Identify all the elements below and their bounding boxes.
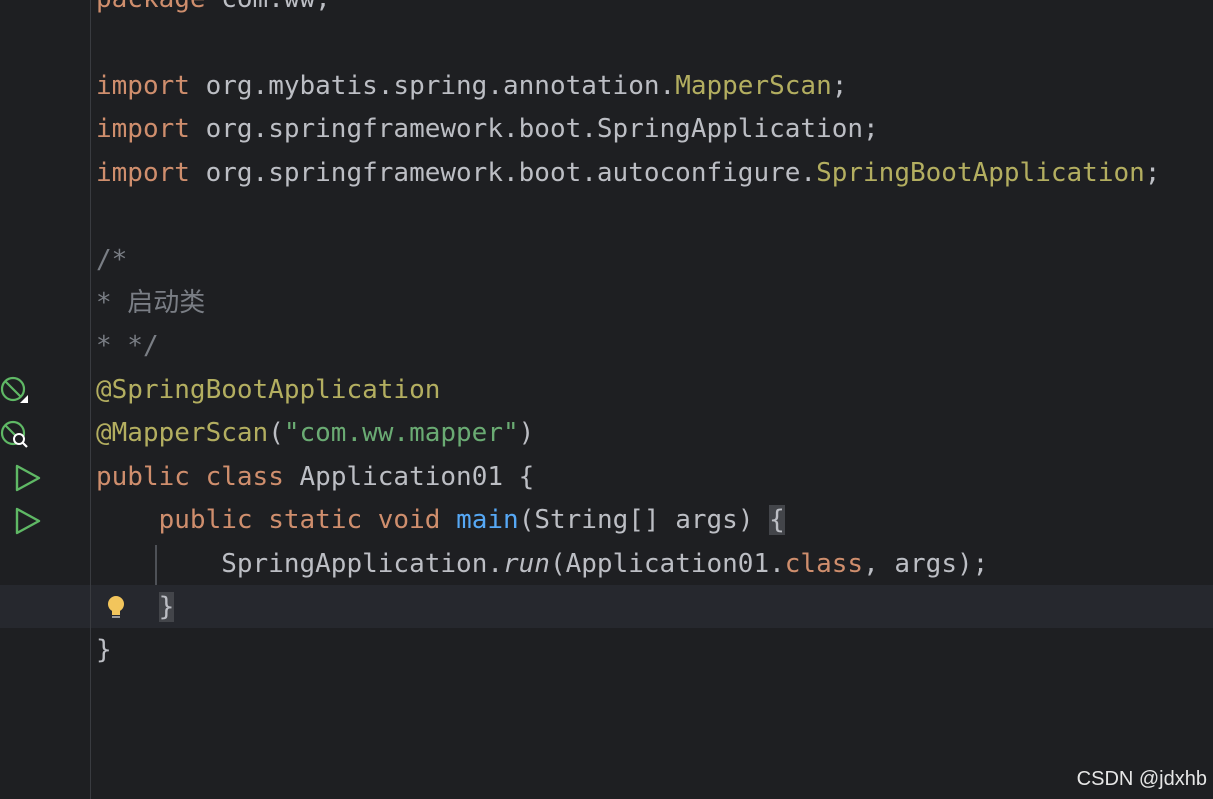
run-triangle-icon[interactable]	[13, 463, 43, 493]
keyword-class: class	[784, 549, 864, 579]
brace-open-highlighted: {	[769, 505, 785, 535]
class-name: Application01 {	[283, 462, 535, 492]
code-line-package[interactable]: package com.ww;	[96, 0, 331, 21]
import-path: org.mybatis.spring.annotation.	[189, 71, 676, 101]
keyword-void: void	[377, 505, 441, 535]
comment-line[interactable]: * */	[96, 325, 159, 368]
code-line-main-method[interactable]: public static void main(String[] args) {	[96, 499, 785, 542]
run-main-icon[interactable]	[13, 506, 43, 536]
code-editor[interactable]: package com.ww; import org.mybatis.sprin…	[0, 0, 1213, 799]
method-params: (String[] args)	[518, 505, 770, 535]
class-ref: SpringApplication.	[221, 549, 503, 579]
paren-close: )	[518, 418, 535, 448]
keyword-static: static	[268, 505, 363, 535]
annotation: @MapperScan	[96, 418, 269, 448]
code-line-springbootapplication-annotation[interactable]: @SpringBootApplication	[96, 369, 440, 412]
gutter-separator	[90, 0, 91, 799]
method-run: run	[503, 549, 550, 579]
code-line-import-springapplication[interactable]: import org.springframework.boot.SpringAp…	[96, 108, 879, 151]
import-class: SpringBootApplication	[816, 158, 1145, 188]
keyword-class: class	[205, 462, 284, 492]
brace-close-highlighted: }	[158, 592, 175, 622]
lightbulb-icon[interactable]	[101, 592, 131, 622]
method-name: main	[456, 505, 519, 535]
watermark: CSDN @jdxhb	[1076, 768, 1207, 790]
code-line-mapperscan-annotation[interactable]: @MapperScan("com.ww.mapper")	[96, 412, 534, 455]
code-line-import-mapperscan[interactable]: import org.mybatis.spring.annotation.Map…	[96, 65, 847, 108]
code-line-class-declaration[interactable]: public class Application01 {	[96, 456, 534, 499]
semicolon: ;	[831, 71, 848, 101]
paren-open: (	[268, 418, 284, 448]
import-path: org.springframework.boot.autoconfigure.	[189, 158, 817, 188]
keyword: package	[96, 0, 206, 14]
keyword: import	[96, 71, 190, 101]
comment-line[interactable]: * 启动类	[96, 282, 205, 325]
package-name: com.ww;	[206, 0, 331, 14]
keyword: import	[96, 158, 190, 188]
spring-mapper-search-icon[interactable]	[0, 419, 30, 449]
keyword-public: public	[96, 462, 190, 492]
current-line-highlight	[0, 585, 1213, 628]
code-line-run-call[interactable]: SpringApplication.run(Application01.clas…	[96, 543, 988, 586]
import-path: org.springframework.boot.SpringApplicati…	[189, 114, 879, 144]
comment-line[interactable]: /*	[96, 239, 127, 282]
keyword: import	[96, 114, 190, 144]
import-class: MapperScan	[675, 71, 832, 101]
code-line-import-springbootapplication[interactable]: import org.springframework.boot.autoconf…	[96, 152, 1160, 195]
semicolon: ;	[1144, 158, 1161, 188]
args-start: (Application01.	[549, 549, 785, 579]
args-end: , args);	[863, 549, 989, 579]
spring-bean-icon[interactable]	[0, 375, 30, 405]
keyword-public: public	[158, 505, 253, 535]
string-literal: "com.ww.mapper"	[283, 418, 519, 448]
code-line-class-close[interactable]: }	[96, 629, 112, 672]
